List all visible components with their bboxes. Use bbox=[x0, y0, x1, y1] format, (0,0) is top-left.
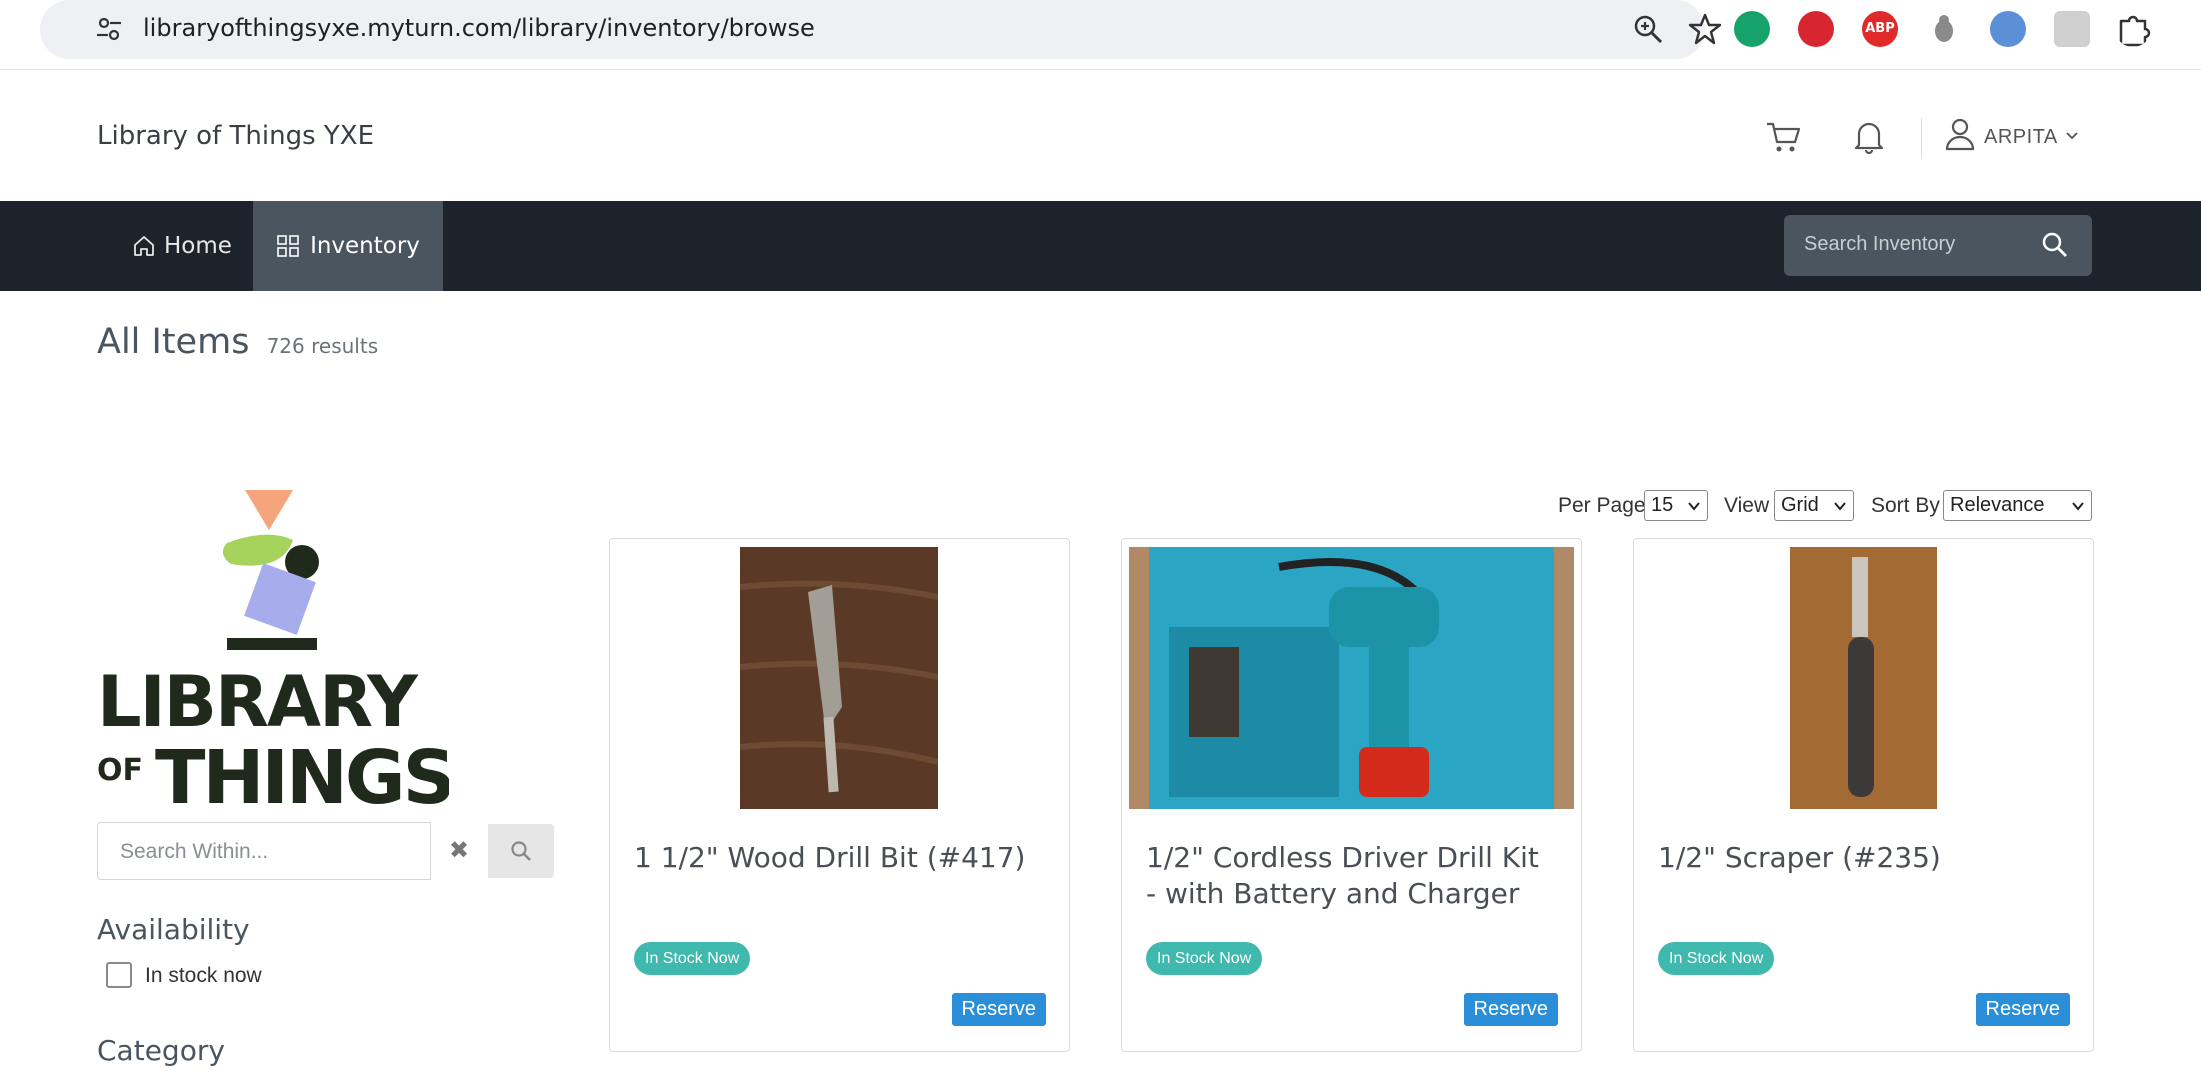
svg-text:THINGS: THINGS bbox=[155, 735, 449, 808]
home-icon bbox=[134, 236, 154, 256]
in-stock-label[interactable]: In stock now bbox=[145, 964, 262, 988]
bug-extension-icon[interactable] bbox=[1926, 11, 1962, 47]
library-of-things-logo: LIBRARY OF THINGS bbox=[97, 490, 449, 808]
user-menu-name[interactable]: ARPITA bbox=[1984, 126, 2058, 149]
search-within-button[interactable] bbox=[488, 824, 554, 878]
svg-text:LIBRARY: LIBRARY bbox=[97, 661, 419, 743]
grid-icon bbox=[277, 235, 299, 257]
view-value: Grid bbox=[1781, 494, 1819, 516]
item-card[interactable]: 1/2" Cordless Driver Drill Kit - with Ba… bbox=[1121, 538, 1582, 1052]
sort-by-label: Sort By bbox=[1871, 494, 1940, 517]
grey-extension-icon[interactable] bbox=[2054, 11, 2090, 47]
inventory-search-input[interactable]: Search Inventory bbox=[1784, 215, 2092, 276]
grammarly-extension-icon[interactable] bbox=[1734, 11, 1770, 47]
url-text[interactable]: libraryofthingsyxe.myturn.com/library/in… bbox=[143, 14, 815, 42]
availability-heading: Availability bbox=[97, 913, 250, 946]
inventory-search-placeholder: Search Inventory bbox=[1804, 233, 1956, 255]
search-icon[interactable] bbox=[2041, 231, 2069, 259]
page-title: All Items 726 results bbox=[97, 322, 378, 362]
nav-inventory-label: Inventory bbox=[310, 233, 420, 259]
header-divider bbox=[1921, 118, 1922, 158]
item-title[interactable]: 1/2" Scraper (#235) bbox=[1658, 840, 2068, 876]
status-badge: In Stock Now bbox=[1658, 942, 1775, 975]
scraper-image[interactable] bbox=[1790, 547, 1937, 809]
item-title[interactable]: 1 1/2" Wood Drill Bit (#417) bbox=[634, 840, 1044, 876]
status-badge: In Stock Now bbox=[634, 942, 751, 975]
nav-home-label: Home bbox=[164, 233, 232, 259]
drill-bit-image[interactable] bbox=[740, 547, 938, 809]
chevron-down-icon[interactable] bbox=[2064, 128, 2080, 144]
page-title-text: All Items bbox=[97, 322, 250, 362]
chevron-down-icon bbox=[1834, 502, 1846, 511]
results-count: 726 results bbox=[266, 334, 379, 358]
per-page-label: Per Page bbox=[1558, 494, 1646, 517]
bookmark-star-icon[interactable] bbox=[1688, 12, 1722, 46]
view-label: View bbox=[1724, 494, 1770, 517]
chevron-down-icon bbox=[2072, 502, 2084, 511]
site-brand[interactable]: Library of Things YXE bbox=[97, 121, 374, 151]
search-within-input[interactable]: Search Within... bbox=[97, 822, 431, 880]
search-within: Search Within... ✖ bbox=[97, 822, 557, 880]
adblock-stop-extension-icon[interactable] bbox=[1798, 11, 1834, 47]
reserve-button[interactable]: Reserve bbox=[1975, 993, 2070, 1026]
sort-by-value: Relevance bbox=[1950, 494, 2045, 516]
search-within-placeholder: Search Within... bbox=[120, 840, 269, 863]
chevron-down-icon bbox=[1688, 502, 1700, 511]
per-page-value: 15 bbox=[1651, 494, 1674, 516]
blue-extension-icon[interactable] bbox=[1990, 11, 2026, 47]
cart-icon[interactable] bbox=[1765, 120, 1801, 154]
zoom-icon[interactable] bbox=[1632, 13, 1664, 45]
cordless-drill-kit-image[interactable] bbox=[1129, 547, 1574, 809]
extensions-puzzle-icon[interactable] bbox=[2115, 11, 2151, 47]
item-card[interactable]: 1 1/2" Wood Drill Bit (#417) In Stock No… bbox=[609, 538, 1070, 1052]
item-card[interactable]: 1/2" Scraper (#235) In Stock Now Reserve bbox=[1633, 538, 2094, 1052]
main-nav: Home Inventory Search Inventory bbox=[0, 201, 2201, 291]
abp-extension-icon[interactable]: ABP bbox=[1862, 11, 1898, 47]
per-page-select[interactable]: 15 bbox=[1644, 490, 1708, 521]
svg-text:OF: OF bbox=[97, 753, 143, 788]
reserve-button[interactable]: Reserve bbox=[951, 993, 1046, 1026]
in-stock-checkbox[interactable] bbox=[106, 962, 132, 988]
category-heading: Category bbox=[97, 1034, 225, 1067]
clear-icon[interactable]: ✖ bbox=[431, 826, 487, 876]
status-badge: In Stock Now bbox=[1146, 942, 1263, 975]
search-icon bbox=[511, 841, 531, 861]
site-header: Library of Things YXE ARPITA bbox=[0, 70, 2201, 201]
notifications-bell-icon[interactable] bbox=[1853, 119, 1885, 155]
reserve-button[interactable]: Reserve bbox=[1463, 993, 1558, 1026]
nav-inventory[interactable]: Inventory bbox=[253, 201, 443, 291]
item-title[interactable]: 1/2" Cordless Driver Drill Kit - with Ba… bbox=[1146, 840, 1556, 912]
sort-by-select[interactable]: Relevance bbox=[1943, 490, 2092, 521]
view-select[interactable]: Grid bbox=[1774, 490, 1854, 521]
site-settings-icon[interactable] bbox=[94, 14, 124, 44]
browser-toolbar: libraryofthingsyxe.myturn.com/library/in… bbox=[0, 0, 2201, 70]
address-bar[interactable]: libraryofthingsyxe.myturn.com/library/in… bbox=[40, 0, 1722, 59]
user-icon[interactable] bbox=[1944, 117, 1976, 151]
nav-home[interactable]: Home bbox=[110, 201, 254, 291]
